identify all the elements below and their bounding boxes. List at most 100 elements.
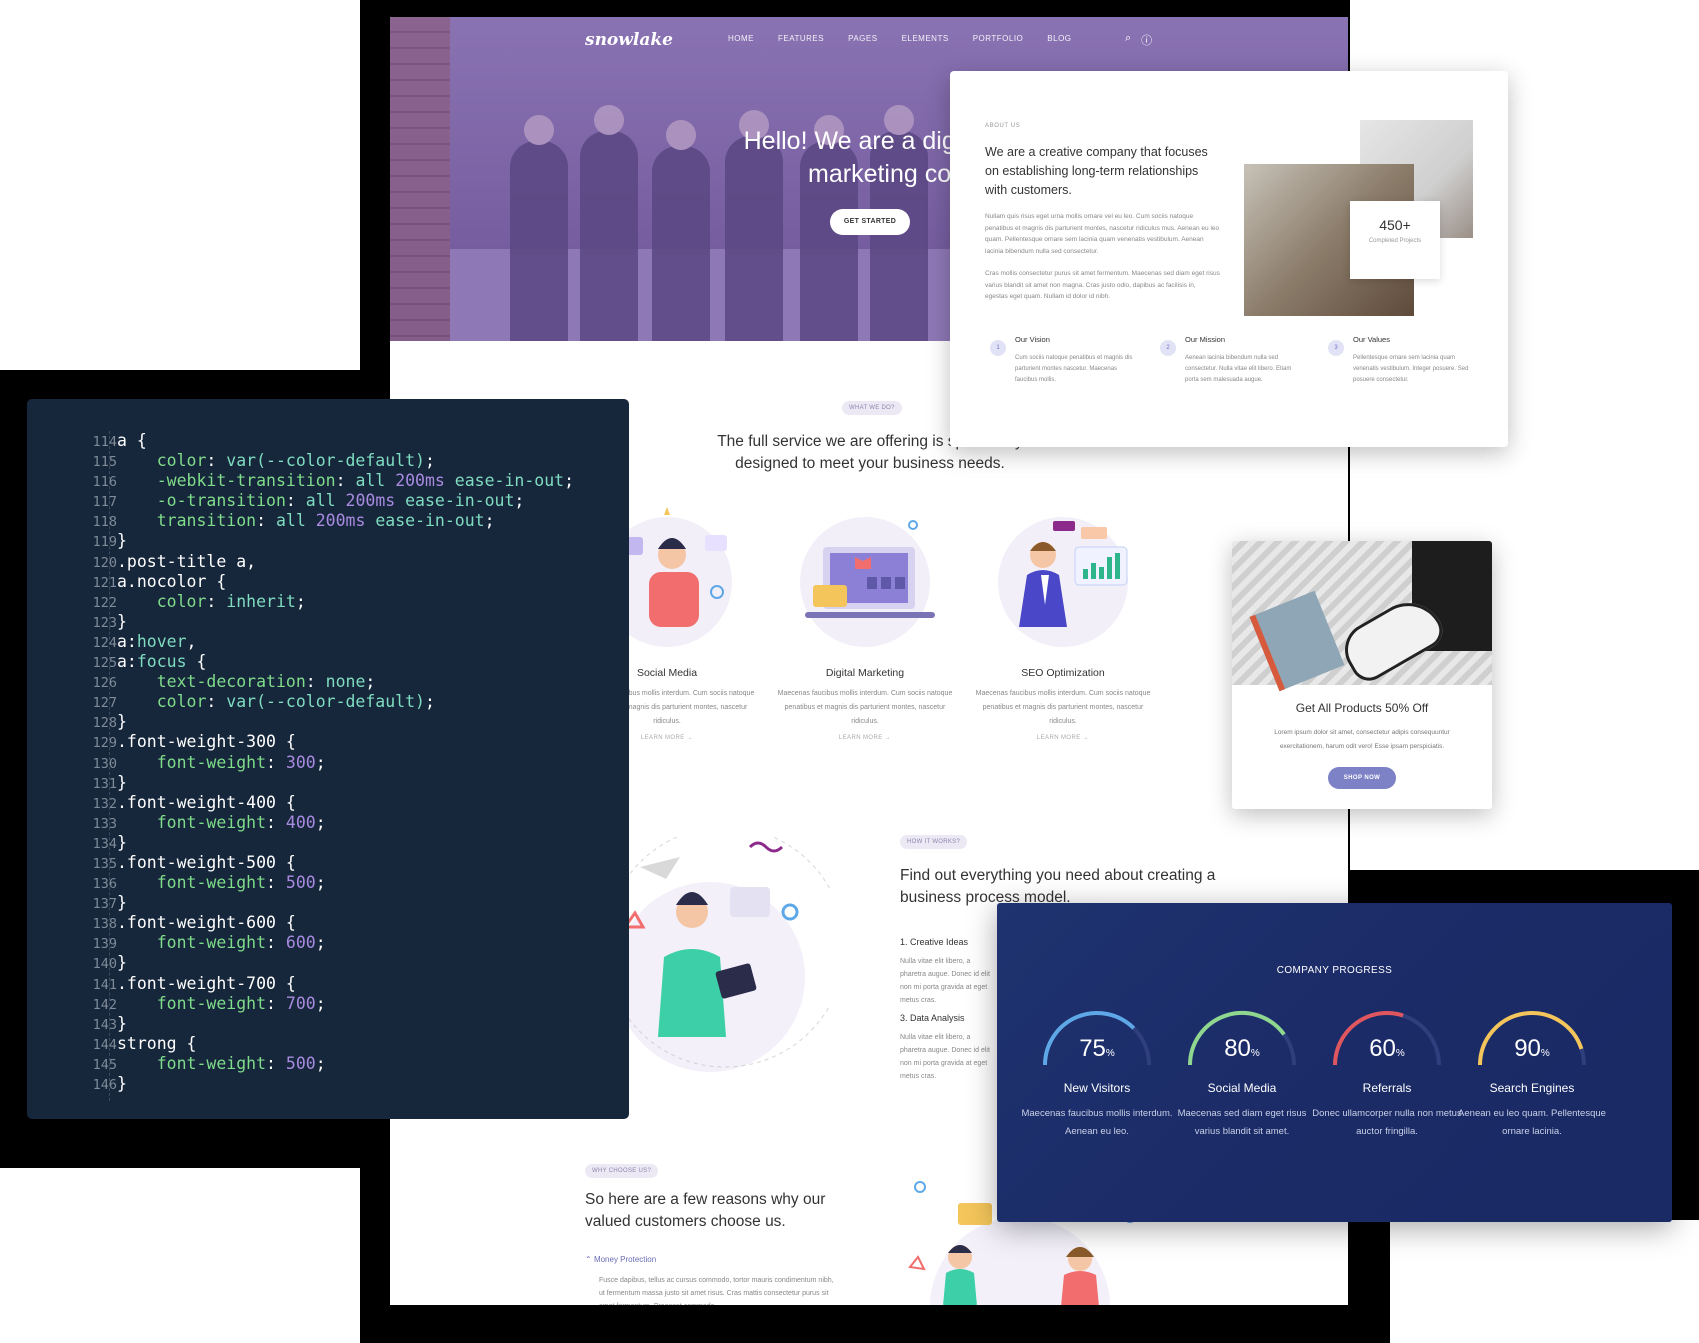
nav-features[interactable]: FEATURES [778, 34, 824, 43]
line-number: 120 [92, 554, 117, 571]
brick-wall [390, 17, 450, 341]
code-line: 122 color: inherit; [27, 592, 629, 612]
line-number: 142 [92, 996, 117, 1013]
code-line: 128} [27, 712, 629, 732]
progress-gauge: 60% Referrals Donec ullamcorper nulla non … [1309, 1003, 1465, 1141]
learn-more-link[interactable]: LEARN MORE → [973, 735, 1153, 741]
shop-card: Get All Products 50% Off Lorem ipsum dol… [1232, 541, 1492, 809]
code-line: 125 a:focus { [27, 652, 629, 672]
person-image [510, 115, 568, 341]
code-line: 141 .font-weight-700 { [27, 974, 629, 994]
progress-gauge: 90% Search Engines Aenean eu leo quam. Pel… [1454, 1003, 1610, 1141]
code-line: 136 font-weight: 500; [27, 873, 629, 893]
accordion-item-money-protection[interactable]: ⌃ Money Protection [585, 1255, 656, 1264]
person-image [580, 105, 638, 341]
item-title: Our Mission [1185, 335, 1226, 344]
nav-pages[interactable]: PAGES [848, 34, 877, 43]
line-number: 121 [92, 574, 117, 591]
projects-counter: 450+ Completed Projects [1350, 201, 1440, 279]
code-line: 146} [27, 1074, 629, 1094]
line-number: 145 [92, 1056, 117, 1073]
line-number: 127 [92, 695, 117, 712]
line-number: 117 [92, 494, 117, 511]
code-line: 121 a.nocolor { [27, 572, 629, 592]
background-panel [1390, 1220, 1699, 1343]
code-line: 131} [27, 773, 629, 793]
accordion-item-text: Fusce dapibus, tellus ac cursus commodo,… [599, 1277, 834, 1305]
site-logo[interactable]: snowlake [585, 30, 673, 50]
code-text: font-weight: 500; [156, 873, 326, 893]
what-we-do-tag: WHAT WE DO? [842, 401, 902, 415]
code-line: 134} [27, 833, 629, 853]
code-text: strong { [117, 1033, 197, 1053]
gauge-label: Social Media [1207, 1081, 1277, 1095]
line-number: 125 [92, 655, 117, 672]
code-line: 140} [27, 953, 629, 973]
code-line: 123} [27, 612, 629, 632]
code-text: -webkit-transition: all 200ms ease-in-ou… [156, 471, 575, 491]
line-number: 130 [92, 755, 117, 772]
gauge-label: Search Engines [1489, 1081, 1575, 1095]
nav-home[interactable]: HOME [728, 34, 754, 43]
line-number: 122 [92, 594, 117, 611]
code-line: 115 color: var(--color-default); [27, 451, 629, 471]
line-number: 141 [92, 976, 117, 993]
line-number: 144 [92, 1036, 117, 1053]
step-number: 2 [1160, 340, 1176, 356]
code-line: 117 -o-transition: all 200ms ease-in-out… [27, 491, 629, 511]
counter-label: Completed Projects [1368, 238, 1422, 244]
item-title: Our Values [1353, 335, 1390, 344]
code-text: text-decoration: none; [156, 672, 376, 692]
code-text: a:hover, [117, 631, 197, 651]
code-text: font-weight: 400; [156, 812, 326, 832]
code-text: a.nocolor { [117, 571, 227, 591]
nav-portfolio[interactable]: PORTFOLIO [973, 34, 1024, 43]
person-image [652, 120, 710, 341]
code-line: 129 .font-weight-300 { [27, 732, 629, 752]
shop-now-button[interactable]: SHOP NOW [1328, 767, 1396, 789]
line-number: 115 [92, 454, 117, 471]
background-panel [0, 1168, 360, 1343]
code-line: 132 .font-weight-400 { [27, 793, 629, 813]
how-it-works-tag: HOW IT WORKS? [900, 835, 968, 849]
code-line: 139 font-weight: 600; [27, 933, 629, 953]
info-icon[interactable]: ⓘ [1141, 32, 1152, 48]
service-card: Digital Marketing Maecenas faucibus moll… [775, 497, 955, 741]
code-text: .font-weight-500 { [117, 852, 296, 872]
line-number: 131 [92, 775, 117, 792]
code-line: 120 .post-title a, [27, 552, 629, 572]
line-number: 136 [92, 876, 117, 893]
counter-value: 450+ [1379, 217, 1411, 233]
line-number: 114 [92, 434, 117, 450]
code-text: a { [117, 431, 147, 450]
code-line: 119} [27, 531, 629, 551]
code-line: 116 -webkit-transition: all 200ms ease-i… [27, 471, 629, 491]
line-number: 134 [92, 835, 117, 852]
gauge-value: 60% [1369, 1035, 1405, 1062]
progress-gauge: 75% New Visitors Maecenas faucibus mollis … [1019, 1003, 1175, 1141]
search-icon[interactable]: ⌕ [1125, 32, 1131, 48]
code-text: color: inherit; [156, 591, 306, 611]
nav-elements[interactable]: ELEMENTS [902, 34, 949, 43]
main-nav: HOME FEATURES PAGES ELEMENTS PORTFOLIO B… [728, 34, 1072, 43]
line-number: 138 [92, 916, 117, 933]
code-line: 144 strong { [27, 1034, 629, 1054]
learn-more-link[interactable]: LEARN MORE → [775, 735, 955, 741]
gauge-description: Aenean eu leo quam. Pellentesque ornare … [1458, 1108, 1606, 1137]
gauge-value: 80% [1224, 1035, 1260, 1062]
gauge-description: Maecenas faucibus mollis interdum. Aenea… [1021, 1108, 1173, 1137]
item-text: Cum sociis natoque penatibus et magnis d… [1015, 355, 1133, 383]
company-progress-card: COMPANY PROGRESS 75% New Visitors Maecenas… [997, 903, 1672, 1222]
code-text: .font-weight-600 { [117, 913, 296, 933]
line-number: 139 [92, 936, 117, 953]
code-text: font-weight: 600; [156, 933, 326, 953]
service-description: Maecenas faucibus mollis interdum. Cum s… [777, 690, 953, 725]
get-started-button[interactable]: GET STARTED [830, 209, 910, 235]
code-line: 114 a { [27, 431, 629, 451]
code-text: } [117, 893, 127, 913]
nav-blog[interactable]: BLOG [1047, 34, 1071, 43]
line-number: 140 [92, 956, 117, 973]
code-text: color: var(--color-default); [156, 692, 435, 712]
gauge-description: Maecenas sed diam eget risus varius blan… [1177, 1108, 1307, 1137]
code-line: 133 font-weight: 400; [27, 813, 629, 833]
